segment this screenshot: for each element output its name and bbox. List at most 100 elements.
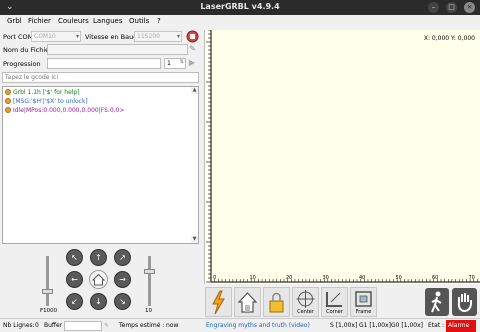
- log-entry-icon: [5, 89, 11, 95]
- log-entry-icon: [5, 107, 11, 113]
- port-label: Port COM: [3, 33, 34, 41]
- window-title: LaserGRBL v4.9.4: [200, 2, 280, 11]
- log-line: Idle|MPos:0.000,0.000,0.000|FS:0,0>: [5, 107, 124, 114]
- baud-label: Vitesse en Baud: [85, 33, 138, 41]
- port-select[interactable]: COM10 ▾: [31, 31, 81, 42]
- copies-value: 1: [167, 60, 171, 67]
- connect-button[interactable]: [186, 30, 199, 43]
- jog-up-right-button[interactable]: ↗: [114, 249, 131, 266]
- x-axis-tick-label: 70: [468, 275, 475, 281]
- x-axis-tick-label: 60: [432, 275, 439, 281]
- home-icon: [91, 273, 106, 286]
- run-play-icon[interactable]: ▶: [189, 58, 195, 67]
- copies-stepper[interactable]: 1 ⇅: [164, 58, 186, 69]
- walking-person-icon: [431, 291, 442, 313]
- log-line: Grbl 1.1h ['$' for help]: [5, 89, 80, 96]
- stop-hand-button[interactable]: [452, 288, 477, 316]
- corner-icon: [326, 292, 342, 307]
- g1-override[interactable]: G1 [1,00x]: [359, 322, 391, 329]
- lock-icon: [269, 292, 284, 313]
- machine-state-label: Etat :: [428, 322, 445, 329]
- status-bar: Nb Lignes: 0 Buffer ✎ Temps estimé : now…: [0, 318, 480, 332]
- estimated-time-value: now: [166, 322, 179, 329]
- canvas-rulers: [206, 30, 480, 283]
- menu-help[interactable]: ?: [157, 17, 161, 25]
- open-file-icon[interactable]: ✎: [189, 44, 196, 53]
- corner-button[interactable]: Corner: [321, 287, 348, 317]
- speed-slider-track[interactable]: [46, 256, 49, 306]
- plug-icon: [186, 30, 199, 43]
- x-axis-tick-label: 50: [395, 275, 402, 281]
- g0-override[interactable]: G0 [1,00x]: [391, 322, 423, 329]
- lightning-icon: [212, 290, 225, 315]
- line-count-label: Nb Lignes:: [3, 322, 35, 329]
- ignite-laser-button[interactable]: [205, 287, 232, 317]
- gcode-command-input[interactable]: [2, 72, 199, 83]
- x-axis-tick-label: 0: [213, 275, 217, 281]
- title-bar: ⌄ LaserGRBL v4.9.4 – □ ×: [0, 0, 480, 15]
- step-slider-track[interactable]: [148, 256, 151, 306]
- menu-langues[interactable]: Langues: [93, 17, 122, 25]
- speed-label: F1000: [40, 308, 58, 314]
- menu-fichier[interactable]: Fichier: [28, 17, 51, 25]
- preview-canvas[interactable]: X: 0,000 Y: 0,000 0 10 20 30 40 50 60 70: [204, 30, 480, 284]
- scroll-up-icon[interactable]: ▲: [191, 87, 198, 94]
- step-slider-thumb[interactable]: [144, 269, 155, 274]
- speed-slider-thumb[interactable]: [42, 289, 53, 294]
- line-count-value: 0: [35, 322, 39, 329]
- menu-grbl[interactable]: Grbl: [7, 17, 22, 25]
- baud-select[interactable]: 115200 ▾: [134, 31, 182, 42]
- estimated-time-label: Temps estimé :: [119, 322, 165, 329]
- x-axis-tick-label: 10: [249, 275, 256, 281]
- frame-button[interactable]: Frame: [350, 287, 377, 317]
- jog-down-button[interactable]: ↓: [90, 293, 107, 310]
- machine-state-badge: Alarme: [446, 320, 476, 332]
- center-label: Center: [297, 309, 314, 315]
- center-button[interactable]: Center: [292, 287, 319, 317]
- buffer-edit-icon[interactable]: ✎: [104, 322, 109, 329]
- x-axis-tick-label: 30: [322, 275, 329, 281]
- baud-value: 115200: [137, 33, 160, 40]
- frame-label: Frame: [355, 309, 372, 315]
- home-machine-button[interactable]: [234, 287, 261, 317]
- chevron-down-icon: ▾: [75, 33, 79, 40]
- maximize-icon[interactable]: □: [446, 2, 457, 13]
- walk-button[interactable]: [425, 288, 449, 316]
- stop-hand-icon: [457, 293, 472, 313]
- progress-label: Progression: [3, 60, 41, 68]
- menu-outils[interactable]: Outils: [129, 17, 149, 25]
- progress-bar: [47, 58, 161, 69]
- scroll-down-icon[interactable]: ▼: [191, 236, 198, 243]
- s-override[interactable]: S [1,00x]: [330, 322, 357, 329]
- filename-field: [47, 44, 188, 55]
- jog-right-button[interactable]: →: [114, 271, 131, 288]
- stepper-arrows-icon[interactable]: ⇅: [180, 58, 184, 67]
- x-axis-tick-label: 20: [286, 275, 293, 281]
- jog-up-left-button[interactable]: ↖: [66, 249, 83, 266]
- log-entry-icon: [5, 98, 11, 104]
- minimize-icon[interactable]: –: [428, 2, 439, 13]
- port-value: COM10: [34, 33, 56, 40]
- log-line: [MSG:'$H'|'$X' to unlock]: [5, 98, 88, 105]
- jog-up-button[interactable]: ↑: [90, 249, 107, 266]
- buffer-gauge: [64, 321, 102, 331]
- jog-down-left-button[interactable]: ↙: [66, 293, 83, 310]
- jog-down-right-button[interactable]: ↘: [114, 293, 131, 310]
- buffer-label: Buffer: [44, 322, 63, 329]
- unlock-button[interactable]: [263, 287, 290, 317]
- menu-couleurs[interactable]: Couleurs: [58, 17, 89, 25]
- menu-bar: Grbl Fichier Couleurs Langues Outils ?: [0, 15, 480, 28]
- corner-label: Corner: [326, 309, 343, 315]
- close-icon[interactable]: ×: [464, 2, 475, 13]
- step-label: 10: [145, 308, 152, 314]
- console-log: Grbl 1.1h ['$' for help] [MSG:'$H'|'$X' …: [2, 86, 199, 244]
- chevron-down-icon: ▾: [176, 33, 180, 40]
- engraving-myths-link[interactable]: Engraving myths and truth (video): [206, 322, 310, 329]
- filename-label: Nom du Fichier: [3, 46, 52, 54]
- jog-left-button[interactable]: ←: [66, 271, 83, 288]
- x-axis-tick-label: 40: [359, 275, 366, 281]
- frame-icon: [355, 291, 372, 307]
- house-icon: [237, 292, 258, 313]
- jog-home-button[interactable]: [89, 270, 108, 289]
- crosshair-icon: [296, 290, 315, 308]
